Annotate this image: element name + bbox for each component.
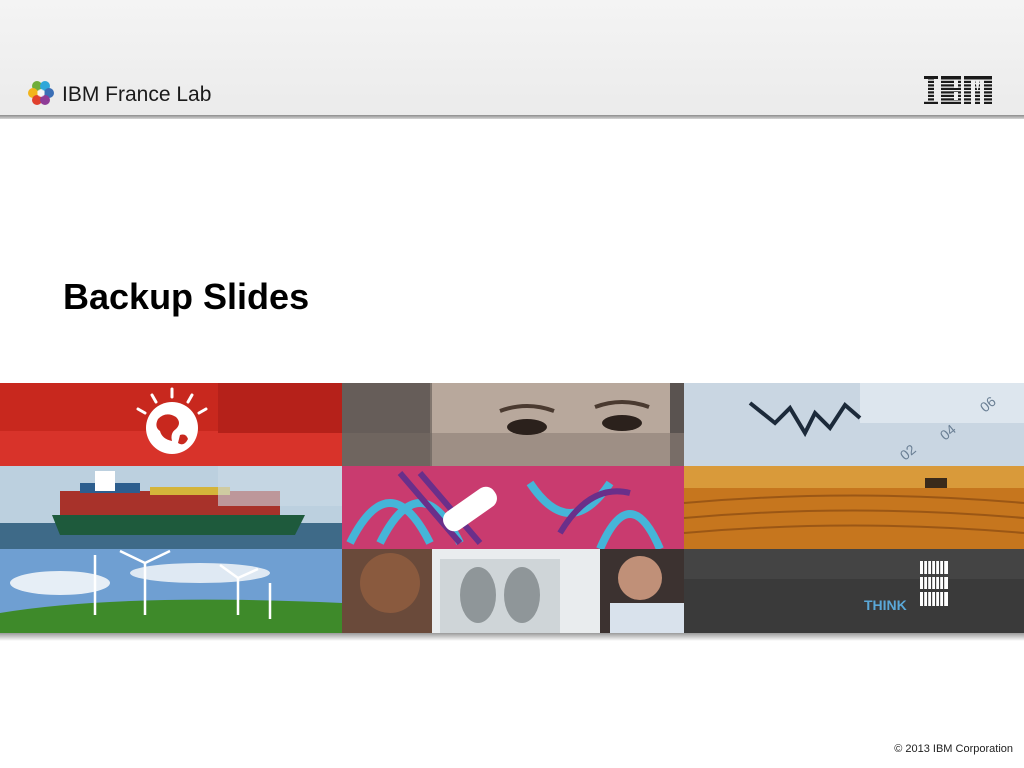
think-label: THINK (864, 597, 907, 613)
colored-dots-icon (28, 81, 54, 105)
slide-title: Backup Slides (63, 276, 310, 317)
smarter-planet-globe-tile (0, 383, 342, 466)
doctors-xray-tile (342, 549, 684, 633)
ibm-logo (924, 76, 992, 104)
wind-turbines-tile (0, 549, 342, 633)
header-divider (0, 115, 1024, 119)
stock-chart-tile: 02 04 06 (684, 383, 1024, 466)
wheat-field-tile (683, 466, 1024, 549)
container-ship-tile (0, 466, 342, 549)
child-eyes-tile (342, 383, 684, 466)
abstract-pattern-tile (342, 466, 684, 551)
mosaic-shadow (0, 633, 1024, 641)
copyright-notice: © 2013 IBM Corporation (894, 743, 1013, 755)
image-mosaic: 02 04 06 THINK (0, 383, 1024, 633)
think-ibm-tile: THINK (684, 549, 1024, 633)
lab-name: IBM France Lab (62, 83, 212, 106)
